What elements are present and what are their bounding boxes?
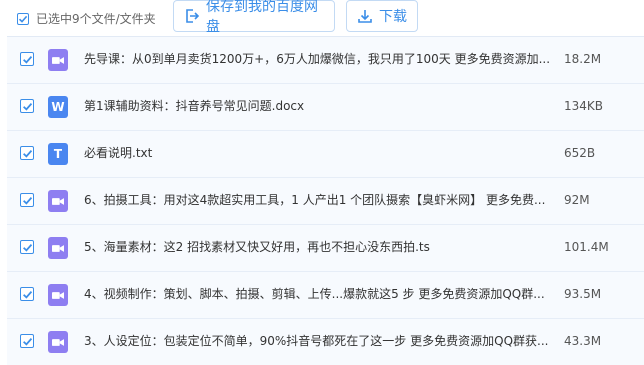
download-button[interactable]: 下载 bbox=[346, 0, 418, 32]
check-icon bbox=[22, 243, 32, 252]
row-checkbox[interactable] bbox=[20, 287, 34, 301]
check-icon bbox=[22, 196, 32, 205]
file-name[interactable]: 第1课辅助资料：抖音养号常见问题.docx bbox=[84, 98, 552, 115]
file-name[interactable]: 6、拍摄工具：用对这4款超实用工具，1 人产出1 个团队摄索【臭虾米网】 更多免… bbox=[84, 192, 552, 209]
save-icon bbox=[184, 8, 200, 24]
row-checkbox[interactable] bbox=[20, 146, 34, 160]
file-size: 134KB bbox=[564, 99, 604, 113]
file-name[interactable]: 4、视频制作：策划、脚本、拍摄、剪辑、上传...爆款就这5 步 更多免费资源加Q… bbox=[84, 286, 552, 303]
row-checkbox[interactable] bbox=[20, 99, 34, 113]
file-size: 652B bbox=[564, 146, 596, 160]
select-all[interactable]: 已选中9个文件/文件夹 bbox=[17, 10, 156, 27]
selected-count-label: 已选中9个文件/文件夹 bbox=[36, 12, 156, 26]
file-size: 18.2M bbox=[564, 52, 602, 66]
file-size: 101.4M bbox=[564, 240, 609, 254]
check-icon bbox=[22, 55, 32, 64]
list-item[interactable]: 6、拍摄工具：用对这4款超实用工具，1 人产出1 个团队摄索【臭虾米网】 更多免… bbox=[7, 177, 644, 224]
check-icon bbox=[22, 102, 32, 111]
video-icon bbox=[48, 284, 68, 306]
txt-icon: T bbox=[48, 143, 68, 165]
row-checkbox[interactable] bbox=[20, 52, 34, 66]
list-item[interactable]: T 必看说明.txt 652B bbox=[7, 130, 644, 177]
row-checkbox[interactable] bbox=[20, 240, 34, 254]
file-size: 43.3M bbox=[564, 334, 602, 348]
file-list: 先导课：从0到单月卖货1200万+，6万人加爆微信，我只用了100天 更多免费资… bbox=[7, 36, 644, 365]
check-icon bbox=[22, 290, 32, 299]
word-icon: W bbox=[48, 96, 68, 118]
video-icon bbox=[48, 190, 68, 212]
row-checkbox[interactable] bbox=[20, 193, 34, 207]
check-icon bbox=[18, 15, 28, 23]
download-button-label: 下载 bbox=[379, 9, 407, 25]
file-name[interactable]: 3、人设定位：包装定位不简单，90%抖音号都死在了这一步 更多免费资源加QQ群获… bbox=[84, 333, 552, 350]
save-to-netdisk-button[interactable]: 保存到我的百度网盘 bbox=[173, 0, 335, 35]
save-button-label: 保存到我的百度网盘 bbox=[206, 0, 318, 35]
download-icon bbox=[357, 8, 373, 24]
file-size: 92M bbox=[564, 193, 590, 207]
list-item[interactable]: W 第1课辅助资料：抖音养号常见问题.docx 134KB bbox=[7, 83, 644, 130]
list-item[interactable]: 5、海量素材：这2 招找素材又快又好用，再也不担心没东西拍.ts 101.4M bbox=[7, 224, 644, 271]
select-all-checkbox[interactable] bbox=[17, 12, 29, 25]
video-icon bbox=[48, 49, 68, 71]
file-name[interactable]: 5、海量素材：这2 招找素材又快又好用，再也不担心没东西拍.ts bbox=[84, 239, 552, 256]
file-size: 93.5M bbox=[564, 287, 602, 301]
file-name[interactable]: 必看说明.txt bbox=[84, 145, 552, 162]
list-item[interactable]: 先导课：从0到单月卖货1200万+，6万人加爆微信，我只用了100天 更多免费资… bbox=[7, 36, 644, 83]
check-icon bbox=[22, 337, 32, 346]
list-item[interactable]: 4、视频制作：策划、脚本、拍摄、剪辑、上传...爆款就这5 步 更多免费资源加Q… bbox=[7, 271, 644, 318]
video-icon bbox=[48, 331, 68, 353]
video-icon bbox=[48, 237, 68, 259]
list-item[interactable]: 3、人设定位：包装定位不简单，90%抖音号都死在了这一步 更多免费资源加QQ群获… bbox=[7, 318, 644, 365]
toolbar: 已选中9个文件/文件夹 保存到我的百度网盘 下载 bbox=[0, 0, 644, 36]
file-name[interactable]: 先导课：从0到单月卖货1200万+，6万人加爆微信，我只用了100天 更多免费资… bbox=[84, 51, 552, 68]
check-icon bbox=[22, 149, 32, 158]
